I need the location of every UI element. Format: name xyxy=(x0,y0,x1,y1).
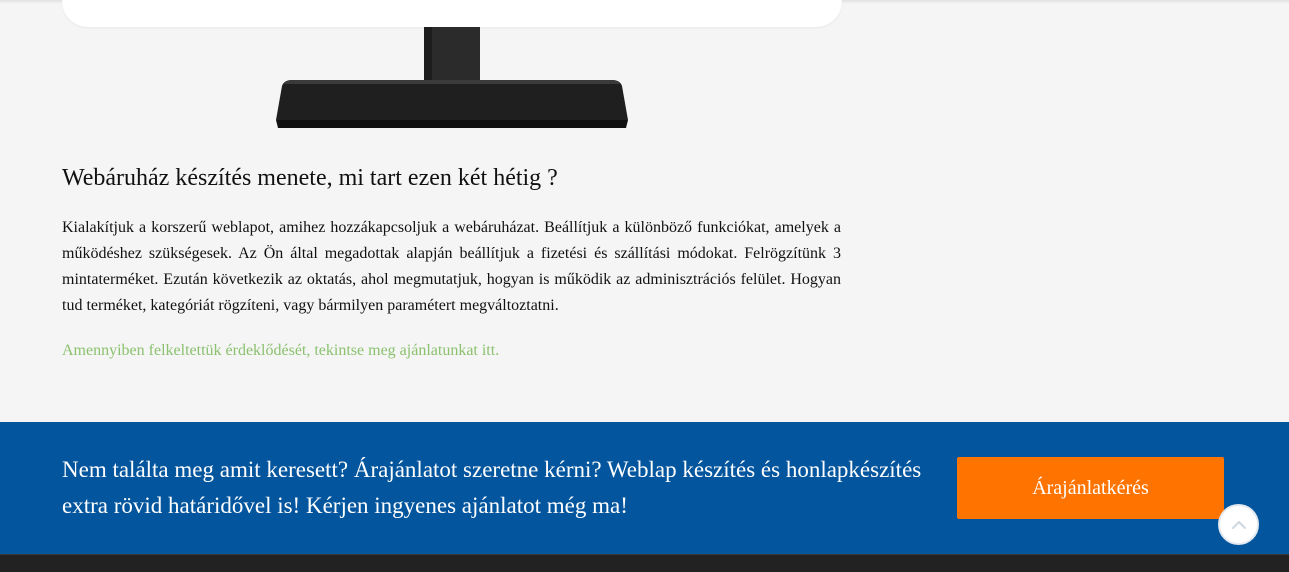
article-heading: Webáruház készítés menete, mi tart ezen … xyxy=(62,165,558,191)
article-paragraph: Kialakítjuk a korszerű weblapot, amihez … xyxy=(62,219,841,314)
chevron-up-icon xyxy=(1231,520,1246,529)
quote-request-button[interactable]: Árajánlatkérés xyxy=(957,457,1224,519)
offer-link[interactable]: Amennyiben felkeltettük érdeklődését, te… xyxy=(62,342,499,360)
footer-bar xyxy=(0,554,1289,572)
scroll-to-top-button[interactable] xyxy=(1218,504,1259,545)
cta-text: Nem találta meg amit keresett? Árajánlat… xyxy=(62,457,922,518)
cta-banner: Nem találta meg amit keresett? Árajánlat… xyxy=(0,422,1289,554)
monitor-stand xyxy=(276,27,628,128)
monitor-illustration xyxy=(60,0,842,132)
